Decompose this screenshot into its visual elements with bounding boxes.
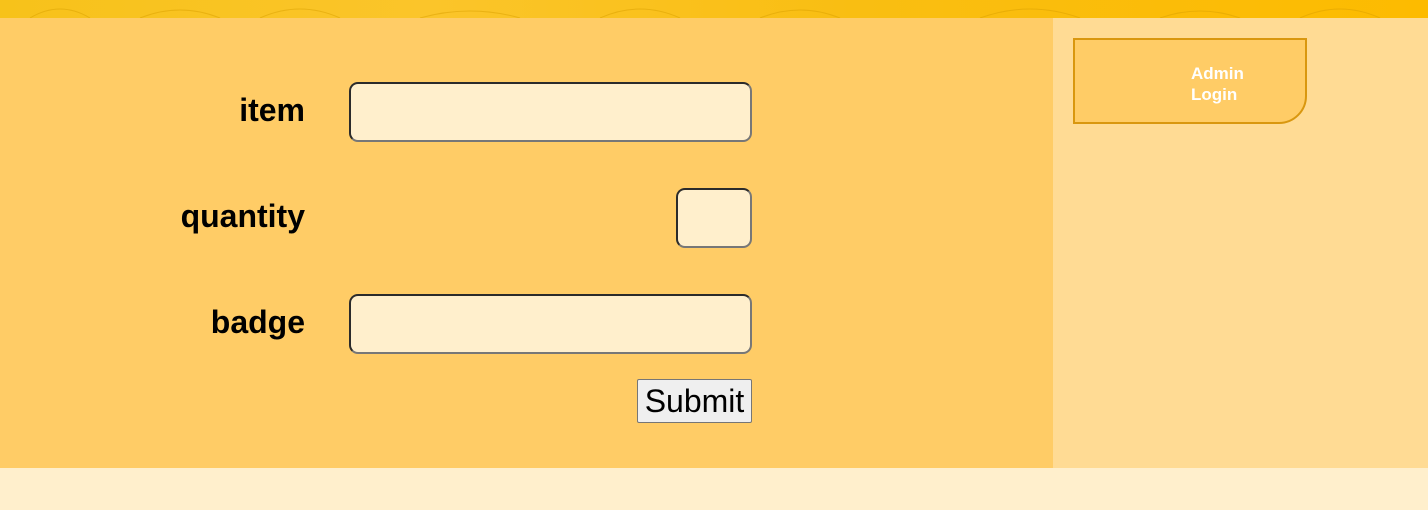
header-banner xyxy=(0,0,1428,18)
submit-button[interactable]: Submit xyxy=(637,379,752,423)
item-input[interactable] xyxy=(349,82,752,142)
badge-label: badge xyxy=(210,304,305,340)
sidebar: Admin Login xyxy=(1053,18,1428,468)
admin-login-label: Admin Login xyxy=(1191,64,1244,104)
badge-input[interactable] xyxy=(349,294,752,354)
form-panel: item quantity badge Submit xyxy=(0,18,1053,468)
banner-pattern xyxy=(29,8,1381,18)
quantity-input[interactable] xyxy=(676,188,752,248)
item-label: item xyxy=(239,92,305,128)
admin-login-button[interactable]: Admin Login xyxy=(1073,38,1307,124)
footer xyxy=(0,468,1428,510)
quantity-label: quantity xyxy=(180,198,305,234)
